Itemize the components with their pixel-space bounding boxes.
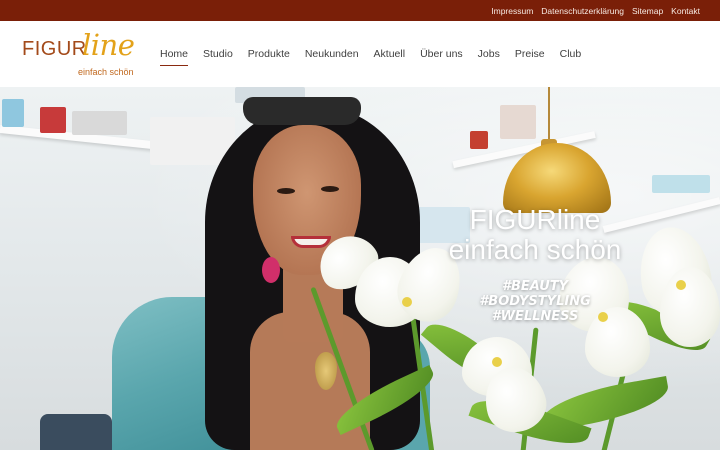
logo[interactable]: FIGUR line einfach schön xyxy=(22,28,147,79)
site-header: FIGUR line einfach schön Home Studio Pro… xyxy=(0,21,720,87)
hashtag-beauty: #BEAUTY xyxy=(501,279,569,294)
hero-hashtags: #BEAUTY #BODYSTYLING #WELLNESS xyxy=(460,279,610,324)
nav-item-ueber-uns[interactable]: Über uns xyxy=(420,42,463,66)
hero-title: FIGURline einfach schön xyxy=(430,205,640,265)
eye-left xyxy=(277,188,295,194)
product xyxy=(500,105,536,139)
logo-script: line xyxy=(82,28,135,62)
product xyxy=(2,99,24,127)
hashtag-bodystyling: #BODYSTYLING xyxy=(479,294,591,309)
hashtag-wellness: #WELLNESS xyxy=(491,309,579,324)
nav-item-produkte[interactable]: Produkte xyxy=(248,42,290,66)
hero-banner: FIGURline einfach schön #BEAUTY #BODYSTY… xyxy=(0,87,720,450)
link-datenschutz[interactable]: Datenschutzerklärung xyxy=(541,6,624,16)
logo-tagline: einfach schön xyxy=(78,67,134,77)
link-impressum[interactable]: Impressum xyxy=(491,6,533,16)
product xyxy=(40,107,66,133)
logo-word: FIGUR xyxy=(22,38,87,60)
tulip-stamen xyxy=(492,357,502,367)
utility-bar: Impressum Datenschutzerklärung Sitemap K… xyxy=(0,0,720,21)
link-sitemap[interactable]: Sitemap xyxy=(632,6,663,16)
tulip-stamen xyxy=(676,280,686,290)
product xyxy=(652,175,710,193)
link-kontakt[interactable]: Kontakt xyxy=(671,6,700,16)
nav-item-club[interactable]: Club xyxy=(560,42,582,66)
nav-item-jobs[interactable]: Jobs xyxy=(478,42,500,66)
nav-item-preise[interactable]: Preise xyxy=(515,42,545,66)
product xyxy=(470,131,488,149)
nav-item-studio[interactable]: Studio xyxy=(203,42,233,66)
nav-item-home[interactable]: Home xyxy=(160,42,189,66)
main-nav: Home Studio Produkte Neukunden Aktuell Ü… xyxy=(160,21,596,87)
nav-item-neukunden[interactable]: Neukunden xyxy=(305,42,359,66)
hero-title-line1: FIGURline xyxy=(469,204,601,235)
product xyxy=(72,111,127,135)
lamp-cord xyxy=(548,87,550,145)
hero-title-line2: einfach schön xyxy=(448,234,622,265)
sunglasses xyxy=(243,97,361,125)
smile xyxy=(291,236,331,248)
bowl xyxy=(40,414,112,450)
eye-right xyxy=(321,186,339,192)
earring xyxy=(262,257,280,283)
nav-item-aktuell[interactable]: Aktuell xyxy=(374,42,406,66)
tulip-stamen xyxy=(402,297,412,307)
